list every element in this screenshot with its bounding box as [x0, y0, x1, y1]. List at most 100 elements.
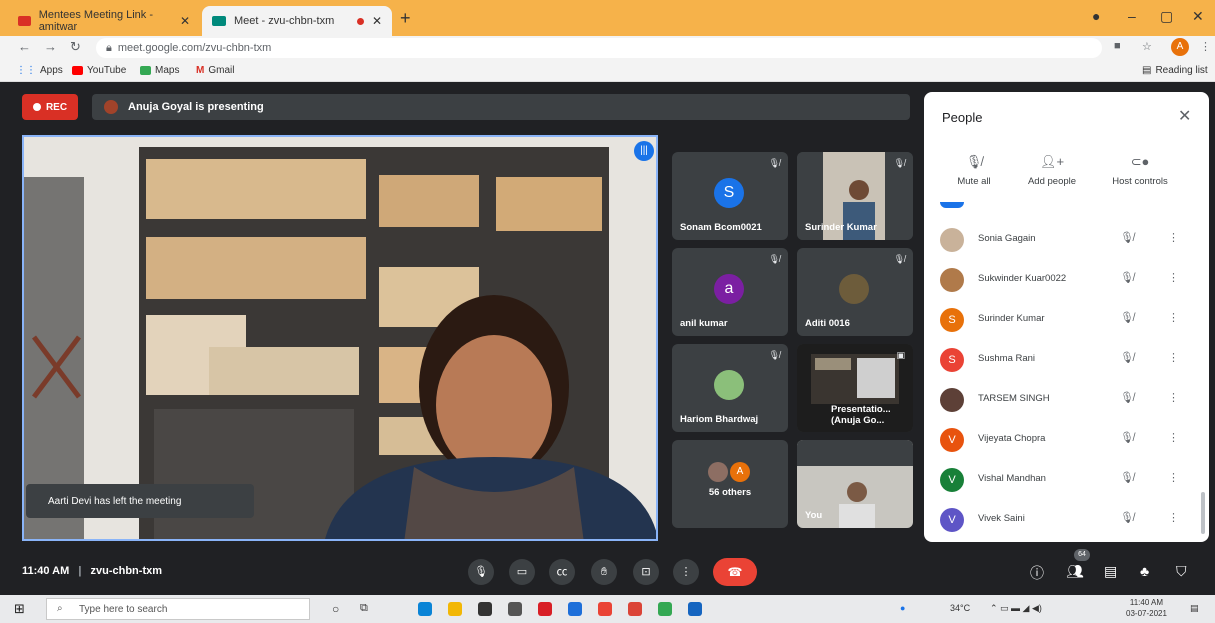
store-icon[interactable] — [478, 602, 492, 616]
tab-title: Meet - zvu-chbn-txm — [234, 15, 335, 27]
mic-off-icon[interactable]: 🎙︎̸ — [1120, 311, 1134, 324]
menu-kebab-icon[interactable]: ⋮ — [1200, 40, 1211, 53]
browser-tab-meet[interactable]: Meet - zvu-chbn-txm ✕ — [202, 6, 392, 36]
taskbar-clock[interactable]: 11:40 AM 03-07-2021 — [1126, 597, 1167, 619]
more-options-icon[interactable]: ⋮ — [1168, 391, 1179, 404]
media-control-icon[interactable]: ● — [1092, 8, 1100, 24]
activities-icon[interactable]: ♣ — [1140, 563, 1149, 579]
participant-avatar: S — [714, 178, 744, 208]
new-tab-icon[interactable]: + — [400, 8, 411, 29]
participant-row[interactable]: Sukwinder Kuar0022 🎙︎̸ ⋮ — [924, 260, 1209, 300]
mic-off-icon[interactable]: 🎙︎̸ — [1120, 391, 1134, 404]
mic-off-icon[interactable]: 🎙︎̸ — [1120, 431, 1134, 444]
cortana-icon[interactable]: ○ — [332, 602, 346, 616]
edge-icon[interactable] — [418, 602, 432, 616]
camera-button[interactable]: ▭ — [509, 559, 535, 585]
participant-avatar — [940, 228, 964, 252]
mic-button[interactable]: 🎙︎ — [468, 559, 494, 585]
presentation-tile[interactable]: ▣ Presentatio... (Anuja Go... — [797, 344, 913, 432]
participant-row[interactable]: Sonia Gagain 🎙︎̸ ⋮ — [924, 220, 1209, 260]
close-tab-icon[interactable]: ✕ — [372, 14, 382, 28]
participant-row[interactable]: S Surinder Kumar 🎙︎̸ ⋮ — [924, 300, 1209, 340]
chat-icon[interactable]: ▤ — [1104, 563, 1117, 580]
file-explorer-icon[interactable] — [448, 602, 462, 616]
more-options-icon[interactable]: ⋮ — [1168, 511, 1179, 524]
mic-off-icon[interactable]: 🎙︎̸ — [1120, 471, 1134, 484]
mute-all-button[interactable]: 🎙︎̸ Mute all — [934, 154, 1014, 187]
mail-icon[interactable] — [568, 602, 582, 616]
taskbar-search-input[interactable]: ⌕ Type here to search — [46, 598, 310, 620]
lock-icon: 🔒︎ — [106, 42, 112, 54]
leave-call-button[interactable]: ☎︎ — [713, 558, 757, 586]
windows-start-icon[interactable]: ⊞ — [14, 601, 25, 617]
weather-text[interactable]: 34°C — [950, 603, 970, 613]
host-controls-button[interactable]: ⊂● Host controls — [1100, 154, 1180, 187]
bookmark-youtube[interactable]: YouTube — [72, 65, 126, 76]
netflix-icon[interactable] — [538, 602, 552, 616]
bookmark-apps[interactable]: ⋮⋮ Apps — [16, 65, 63, 76]
maximize-icon[interactable]: ▢ — [1160, 8, 1173, 25]
back-arrow-icon[interactable]: ← — [18, 39, 31, 54]
more-options-icon[interactable]: ⋮ — [1168, 431, 1179, 444]
participant-row[interactable]: V Vishal Mandhan 🎙︎̸ ⋮ — [924, 460, 1209, 500]
others-tile[interactable]: A 56 others — [672, 440, 788, 528]
forward-arrow-icon[interactable]: → — [44, 39, 57, 54]
help-icon[interactable]: ● — [900, 603, 905, 613]
close-tab-icon[interactable]: ✕ — [180, 14, 190, 28]
minimize-icon[interactable]: – — [1128, 8, 1136, 24]
info-icon[interactable]: ⓘ — [1030, 563, 1044, 583]
browser-tab-mentees[interactable]: Mentees Meeting Link - amitwar ✕ — [8, 6, 200, 36]
camera-indicator-icon[interactable]: ■ — [1114, 40, 1121, 52]
bookmark-maps[interactable]: Maps — [140, 65, 179, 76]
host-shield-icon[interactable]: ⛉ — [1176, 563, 1187, 580]
bookmark-gmail[interactable]: M Gmail — [196, 65, 234, 76]
mic-off-icon[interactable]: 🎙︎̸ — [1120, 351, 1134, 364]
mic-off-icon[interactable]: 🎙︎̸ — [1120, 511, 1134, 524]
record-dot-icon — [32, 103, 41, 111]
captions-button[interactable]: ㏄ — [549, 559, 575, 585]
star-icon[interactable]: ☆ — [1142, 40, 1152, 53]
participant-tile[interactable]: 🎙︎̸ Surinder Kumar — [797, 152, 913, 240]
close-panel-icon[interactable]: ✕ — [1178, 106, 1191, 126]
participant-row[interactable]: V Vijeyata Chopra 🎙︎̸ ⋮ — [924, 420, 1209, 460]
panel-scrollbar[interactable] — [1201, 492, 1205, 534]
more-options-button[interactable]: ⋮ — [673, 559, 699, 585]
youtube-icon — [72, 66, 83, 75]
participant-tile[interactable]: 🎙︎̸ Hariom Bhardwaj — [672, 344, 788, 432]
participant-tile[interactable]: 🎙︎̸ S Sonam Bcom0021 — [672, 152, 788, 240]
self-tile[interactable]: You — [797, 440, 913, 528]
participant-row[interactable]: V Vivek Saini 🎙︎̸ ⋮ — [924, 500, 1209, 540]
add-people-button[interactable]: 👤︎+ Add people — [1012, 154, 1092, 187]
participant-tile[interactable]: 🎙︎̸ a anil kumar — [672, 248, 788, 336]
more-options-icon[interactable]: ⋮ — [1168, 311, 1179, 324]
participant-tile[interactable]: 🎙︎̸ Aditi 0016 — [797, 248, 913, 336]
notifications-icon[interactable]: ▤ — [1190, 603, 1199, 614]
more-options-icon[interactable]: ⋮ — [1168, 351, 1179, 364]
chrome-profile-icon[interactable] — [628, 602, 642, 616]
window-close-icon[interactable]: ✕ — [1192, 8, 1204, 25]
people-icon[interactable]: 👥︎ — [1066, 563, 1084, 580]
reading-list-button[interactable]: ▤ Reading list — [1142, 65, 1208, 76]
photos-icon[interactable] — [688, 602, 702, 616]
system-tray-icons[interactable]: ⌃ ▭ ▬ ◢ ◀) — [990, 603, 1042, 614]
screen-share-icon: ▣ — [896, 350, 905, 360]
present-button[interactable]: ⊡ — [633, 559, 659, 585]
main-video[interactable]: ||| — [22, 135, 658, 541]
address-bar[interactable]: 🔒︎ meet.google.com/zvu-chbn-txm — [96, 38, 1102, 58]
chrome-icon[interactable] — [598, 602, 612, 616]
participant-row[interactable]: S Sushma Rani 🎙︎̸ ⋮ — [924, 340, 1209, 380]
profile-avatar[interactable]: A — [1171, 38, 1189, 56]
mic-off-icon[interactable]: 🎙︎̸ — [1120, 271, 1134, 284]
task-view-icon[interactable]: ⧉ — [360, 602, 374, 616]
participant-row[interactable]: TARSEM SINGH 🎙︎̸ ⋮ — [924, 380, 1209, 420]
dropbox-icon[interactable] — [508, 602, 522, 616]
reload-icon[interactable]: ↻ — [70, 39, 81, 55]
presenting-text: Anuja Goyal is presenting — [128, 101, 264, 113]
raise-hand-button[interactable]: ✋︎ — [591, 559, 617, 585]
more-options-icon[interactable]: ⋮ — [1168, 231, 1179, 244]
mic-off-icon[interactable]: 🎙︎̸ — [1120, 231, 1134, 244]
participant-name: Sonam Bcom0021 — [680, 222, 762, 233]
more-options-icon[interactable]: ⋮ — [1168, 271, 1179, 284]
more-options-icon[interactable]: ⋮ — [1168, 471, 1179, 484]
chrome-alt-icon[interactable] — [658, 602, 672, 616]
